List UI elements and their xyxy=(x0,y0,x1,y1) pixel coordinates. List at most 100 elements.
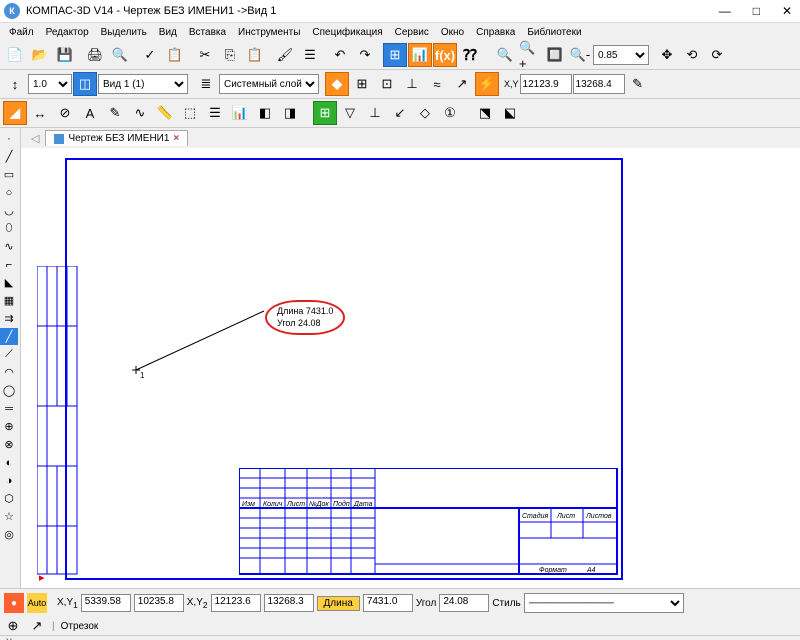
tab-close-icon[interactable]: × xyxy=(173,133,179,144)
zoom-in-icon[interactable]: 🔍+ xyxy=(518,43,542,67)
dim-panel-icon[interactable]: ↔ xyxy=(28,101,52,125)
select-panel-icon[interactable]: ⬚ xyxy=(178,101,202,125)
brush-icon[interactable]: 🖌 xyxy=(273,43,297,67)
base-icon[interactable]: ⊥ xyxy=(363,101,387,125)
cmd-pick-icon[interactable]: ↗ xyxy=(28,617,46,635)
menu-spec[interactable]: Спецификация xyxy=(307,26,387,39)
layer-select[interactable]: Системный слой (0) xyxy=(219,74,319,94)
views-panel-icon[interactable]: ◨ xyxy=(278,101,302,125)
y2-value[interactable]: 13268.3 xyxy=(264,594,314,612)
x1-value[interactable]: 5339.58 xyxy=(81,594,131,612)
spec-panel-icon[interactable]: ☰ xyxy=(203,101,227,125)
apply-icon[interactable]: ✓ xyxy=(138,43,162,67)
tab-left-icon[interactable]: ◁ xyxy=(31,132,39,145)
menu-view[interactable]: Вид xyxy=(154,26,182,39)
snap-toggle-icon[interactable]: ◆ xyxy=(325,72,349,96)
y1-value[interactable]: 10235.8 xyxy=(134,594,184,612)
cut-icon[interactable]: ✂ xyxy=(193,43,217,67)
tool-e-icon[interactable]: ⬡ xyxy=(0,490,18,507)
cut-line-icon[interactable]: ⬕ xyxy=(498,101,522,125)
pos-icon[interactable]: ① xyxy=(438,101,462,125)
menu-window[interactable]: Окно xyxy=(436,26,469,39)
tool-a-icon[interactable]: ⊕ xyxy=(0,418,18,435)
hatch-tool-icon[interactable]: ▦ xyxy=(0,292,18,309)
edit-panel-icon[interactable]: ✎ xyxy=(103,101,127,125)
ellipse-tool-icon[interactable]: ⬯ xyxy=(0,220,18,237)
multiline-tool-icon[interactable]: ═ xyxy=(0,400,18,417)
length-label[interactable]: Длина xyxy=(317,596,360,611)
copy-icon[interactable]: ⎘ xyxy=(218,43,242,67)
minimize-button[interactable]: — xyxy=(715,4,735,18)
drawing-area[interactable]: ◁ Чертеж БЕЗ ИМЕНИ1 × xyxy=(21,128,800,588)
properties-icon[interactable]: ☰ xyxy=(298,43,322,67)
menu-file[interactable]: Файл xyxy=(4,26,39,39)
brand-icon[interactable]: ◇ xyxy=(413,101,437,125)
style-select[interactable]: ──────────── xyxy=(524,593,684,613)
menu-select[interactable]: Выделить xyxy=(96,26,152,39)
point-tool-icon[interactable]: · xyxy=(0,130,18,147)
rough-icon[interactable]: ▽ xyxy=(338,101,362,125)
library-icon[interactable]: ⊞ xyxy=(383,43,407,67)
new-icon[interactable]: 📄 xyxy=(3,43,27,67)
geom-panel-icon[interactable]: ◢ xyxy=(3,101,27,125)
chamfer-tool-icon[interactable]: ◣ xyxy=(0,274,18,291)
save-icon[interactable]: 💾 xyxy=(53,43,77,67)
round-icon[interactable]: ≈ xyxy=(425,72,449,96)
undo-icon[interactable]: ↶ xyxy=(328,43,352,67)
canvas[interactable]: 1 Длина 7431.0 Угол 24.08 xyxy=(21,148,800,588)
bezier-tool-icon[interactable]: ◠ xyxy=(0,364,18,381)
tool-g-icon[interactable]: ◎ xyxy=(0,526,18,543)
manager-icon[interactable]: 📋 xyxy=(163,43,187,67)
redraw-icon[interactable]: ⟳ xyxy=(705,43,729,67)
variables-icon[interactable]: 📊 xyxy=(408,43,432,67)
measure-panel-icon[interactable]: 📏 xyxy=(153,101,177,125)
assoc-panel-icon[interactable]: ◧ xyxy=(253,101,277,125)
param-icon[interactable]: ⚡ xyxy=(475,72,499,96)
menu-service[interactable]: Сервис xyxy=(390,26,434,39)
zoom-out-icon[interactable]: 🔍- xyxy=(568,43,592,67)
zoom-fit-icon[interactable]: 🔍 xyxy=(493,43,517,67)
zoom-select[interactable]: 0.85 xyxy=(593,45,649,65)
arc-tool-icon[interactable]: ◡ xyxy=(0,202,18,219)
aux-line-tool-icon[interactable]: ╱ xyxy=(0,148,18,165)
tool-d-icon[interactable]: ◑ xyxy=(0,472,18,489)
text-panel-icon[interactable]: A xyxy=(78,101,102,125)
view-select[interactable]: Вид 1 (1) xyxy=(98,74,188,94)
function-icon[interactable]: f(x) xyxy=(433,43,457,67)
polyline-tool-icon[interactable]: ⟋ xyxy=(0,346,18,363)
fillet-tool-icon[interactable]: ⌐ xyxy=(0,256,18,273)
pan-icon[interactable]: ✥ xyxy=(655,43,679,67)
contour-tool-icon[interactable]: ◯ xyxy=(0,382,18,399)
preview-icon[interactable]: 🔍 xyxy=(108,43,132,67)
circle-tool-icon[interactable]: ○ xyxy=(0,184,18,201)
snap-grid-icon[interactable]: ⊡ xyxy=(375,72,399,96)
lcs-icon[interactable]: ↗ xyxy=(450,72,474,96)
menu-edit[interactable]: Редактор xyxy=(41,26,94,39)
ortho-icon[interactable]: ⊥ xyxy=(400,72,424,96)
weld-icon[interactable]: ⬔ xyxy=(473,101,497,125)
zoom-prev-icon[interactable]: ⟲ xyxy=(680,43,704,67)
zoom-window-icon[interactable]: 🔲 xyxy=(543,43,567,67)
print-icon[interactable]: 🖨 xyxy=(83,43,107,67)
coord-y-input[interactable] xyxy=(573,74,625,94)
length-value[interactable]: 7431.0 xyxy=(363,594,413,612)
scale-step-icon[interactable]: ↕ xyxy=(3,72,27,96)
report-panel-icon[interactable]: 📊 xyxy=(228,101,252,125)
menu-help[interactable]: Справка xyxy=(471,26,520,39)
rect-tool-icon[interactable]: ▭ xyxy=(0,166,18,183)
symbol-panel-icon[interactable]: ⊘ xyxy=(53,101,77,125)
table-icon[interactable]: ⊞ xyxy=(313,101,337,125)
leader-icon[interactable]: ↙ xyxy=(388,101,412,125)
stop-icon[interactable]: ● xyxy=(4,593,24,613)
help-icon[interactable]: ⁇ xyxy=(458,43,482,67)
document-tab[interactable]: Чертеж БЕЗ ИМЕНИ1 × xyxy=(45,130,188,146)
cmd-apply-icon[interactable]: ⊕ xyxy=(4,617,22,635)
maximize-button[interactable]: □ xyxy=(749,4,764,18)
x2-value[interactable]: 12123.6 xyxy=(211,594,261,612)
tool-b-icon[interactable]: ⊗ xyxy=(0,436,18,453)
redo-icon[interactable]: ↷ xyxy=(353,43,377,67)
layers-icon[interactable]: ≣ xyxy=(194,72,218,96)
edit-coord-icon[interactable]: ✎ xyxy=(626,72,650,96)
menu-tools[interactable]: Инструменты xyxy=(233,26,305,39)
tool-c-icon[interactable]: ◐ xyxy=(0,454,18,471)
